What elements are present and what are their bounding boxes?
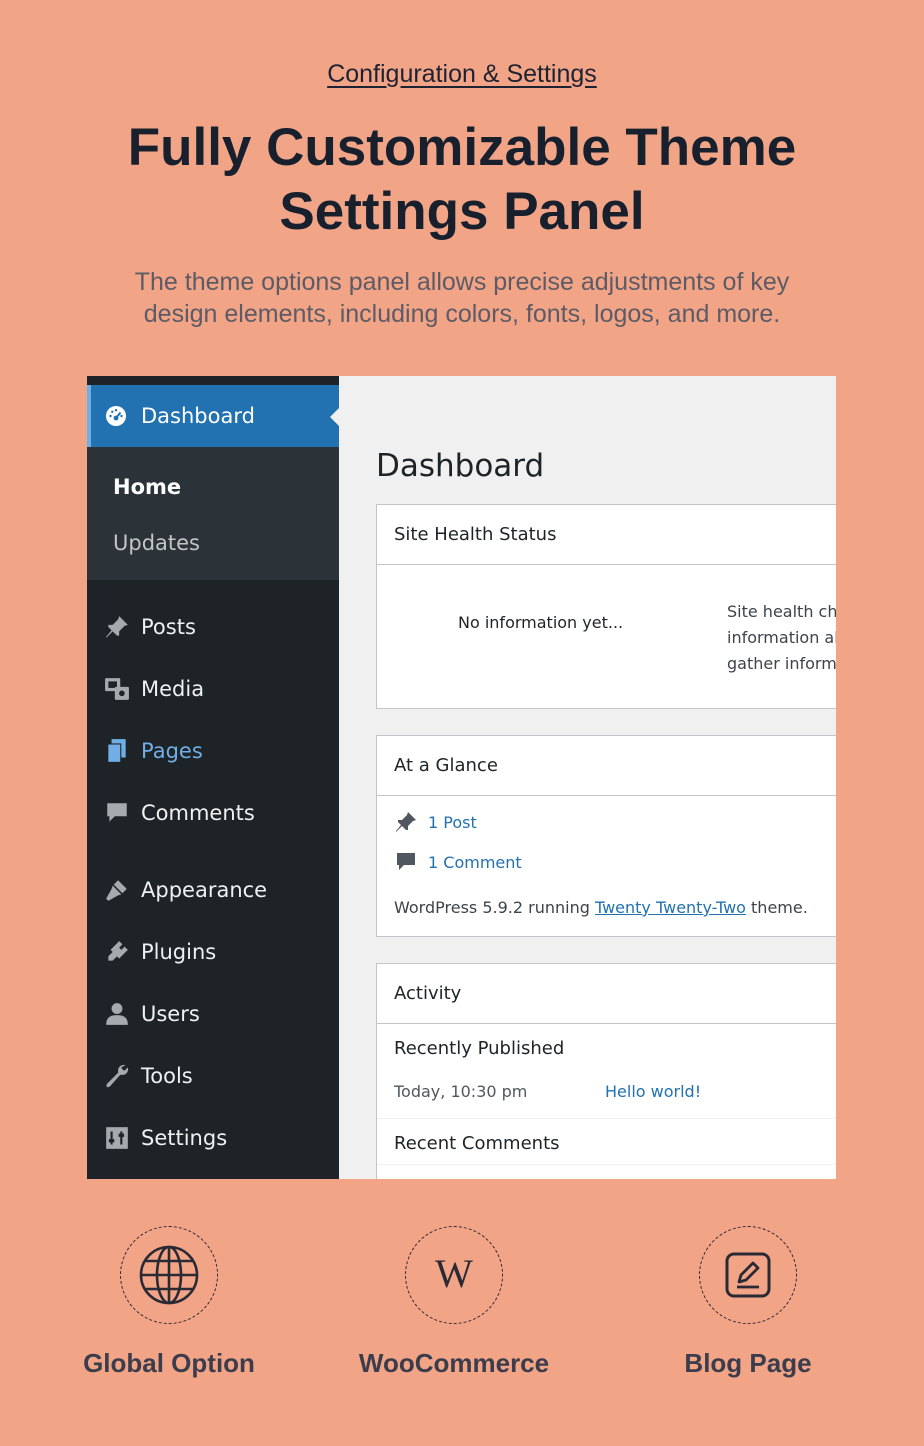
- plugin-icon: [108, 941, 128, 961]
- pin-icon: [106, 616, 128, 638]
- wrench-icon: [106, 1064, 129, 1088]
- sidebar-item-label: Tools: [141, 1064, 193, 1088]
- sidebar-item-plugins[interactable]: Plugins: [87, 927, 339, 977]
- subtitle-line-2: design elements, including colors, fonts…: [143, 300, 781, 328]
- sidebar-item-label: Settings: [141, 1126, 228, 1150]
- settings-icon: [106, 1127, 128, 1149]
- activity-heading[interactable]: Activity: [377, 964, 836, 1024]
- svg-text:W: W: [435, 1251, 473, 1296]
- dashboard-main: Dashboard Site Health Status No informat…: [339, 376, 836, 1179]
- user-icon: [106, 1003, 128, 1025]
- sidebar-item-posts[interactable]: Posts: [87, 602, 339, 652]
- wordpress-icon: W: [435, 1251, 473, 1296]
- globe-icon: [139, 1245, 199, 1305]
- page-title: Dashboard: [376, 448, 545, 484]
- sidebar-item-label: Media: [141, 677, 205, 701]
- feature-label: Blog Page: [684, 1348, 812, 1378]
- brush-icon: [106, 880, 127, 901]
- wp-version-suffix: theme.: [745, 898, 808, 917]
- sidebar-item-appearance[interactable]: Appearance: [87, 865, 339, 915]
- feature-icon-ring: [120, 1226, 218, 1324]
- site-health-empty: No information yet...: [458, 613, 624, 632]
- feature-icon-ring: [699, 1226, 797, 1324]
- admin-screenshot: Dashboard Home Updates Posts Media Pages…: [87, 376, 836, 1179]
- post-link[interactable]: Hello world!: [605, 1082, 701, 1101]
- feature-label: WooCommerce: [358, 1348, 550, 1378]
- edit-icon: [725, 1252, 771, 1298]
- post-date: Today, 10:30 pm: [394, 1082, 528, 1101]
- headline-line-2: Settings Panel: [279, 182, 645, 241]
- subtitle-line-1: The theme options panel allows precise a…: [134, 268, 790, 296]
- glance-posts-label: 1 Post: [428, 812, 477, 832]
- recently-published-heading: Recently Published: [394, 1038, 565, 1059]
- pin-icon: [396, 812, 416, 832]
- wp-version-text: WordPress 5.9.2 running Twenty Twenty-Tw…: [394, 898, 808, 917]
- pages-icon: [107, 739, 126, 763]
- dashboard-icon: [106, 406, 126, 426]
- site-health-desc-line: Site health che: [727, 602, 836, 621]
- feature-label: Global Option: [83, 1348, 255, 1378]
- glance-comments-link[interactable]: 1 Comment: [394, 850, 522, 874]
- feature-icon-ring: W: [405, 1226, 503, 1324]
- media-icon: [105, 678, 129, 700]
- wp-version-prefix: WordPress 5.9.2 running: [394, 898, 595, 917]
- sidebar-item-label: Posts: [141, 615, 196, 639]
- activity-divider: [377, 1118, 836, 1119]
- theme-link[interactable]: Twenty Twenty-Two: [595, 898, 746, 917]
- sidebar-item-users[interactable]: Users: [87, 989, 339, 1039]
- glance-comments-label: 1 Comment: [428, 852, 522, 872]
- comment-icon: [397, 853, 415, 870]
- feature-blog-page: Blog Page: [633, 1226, 863, 1379]
- recent-comments-heading: Recent Comments: [394, 1133, 560, 1154]
- comment-icon: [107, 803, 127, 822]
- admin-sidebar: Dashboard Home Updates Posts Media Pages…: [87, 376, 340, 1179]
- sidebar-item-label: Appearance: [141, 878, 268, 902]
- submenu-item-home[interactable]: Home: [113, 475, 181, 499]
- sidebar-item-pages[interactable]: Pages: [87, 726, 339, 776]
- headline-line-1: Fully Customizable Theme: [127, 118, 797, 177]
- sidebar-item-label: Pages: [141, 739, 203, 763]
- site-health-desc-line: gather informa: [727, 654, 836, 673]
- sidebar-item-dashboard[interactable]: Dashboard: [87, 385, 340, 447]
- site-health-description: Site health che information ab gather in…: [727, 599, 836, 677]
- sidebar-item-label: Comments: [141, 801, 255, 825]
- sidebar-item-media[interactable]: Media: [87, 664, 339, 714]
- submenu-item-updates[interactable]: Updates: [113, 531, 200, 555]
- at-a-glance-widget: At a Glance 1 Post 1 Comment WordPress 5…: [376, 735, 836, 937]
- sidebar-topbar: [87, 376, 339, 384]
- site-health-heading[interactable]: Site Health Status: [377, 505, 836, 565]
- feature-woocommerce: W WooCommerce: [339, 1226, 569, 1379]
- sidebar-item-label: Plugins: [141, 940, 217, 964]
- page-subtitle: The theme options panel allows precise a…: [100, 266, 824, 330]
- site-health-widget: Site Health Status No information yet...…: [376, 504, 836, 709]
- dashboard-submenu: Home Updates: [87, 447, 339, 580]
- sidebar-item-label: Dashboard: [141, 404, 255, 428]
- sidebar-item-comments[interactable]: Comments: [87, 788, 339, 838]
- page-headline: Fully Customizable Theme Settings Panel: [0, 116, 924, 244]
- glance-posts-link[interactable]: 1 Post: [394, 810, 477, 834]
- activity-divider: [377, 1164, 836, 1165]
- feature-global-option: Global Option: [54, 1226, 284, 1379]
- site-health-desc-line: information ab: [727, 628, 836, 647]
- sidebar-item-tools[interactable]: Tools: [87, 1051, 339, 1101]
- sidebar-item-label: Users: [141, 1002, 200, 1026]
- activity-widget: Activity Recently Published Today, 10:30…: [376, 963, 836, 1179]
- eyebrow-link[interactable]: Configuration & Settings: [0, 60, 924, 89]
- sidebar-item-settings[interactable]: Settings: [87, 1113, 339, 1163]
- at-a-glance-heading[interactable]: At a Glance: [377, 736, 836, 796]
